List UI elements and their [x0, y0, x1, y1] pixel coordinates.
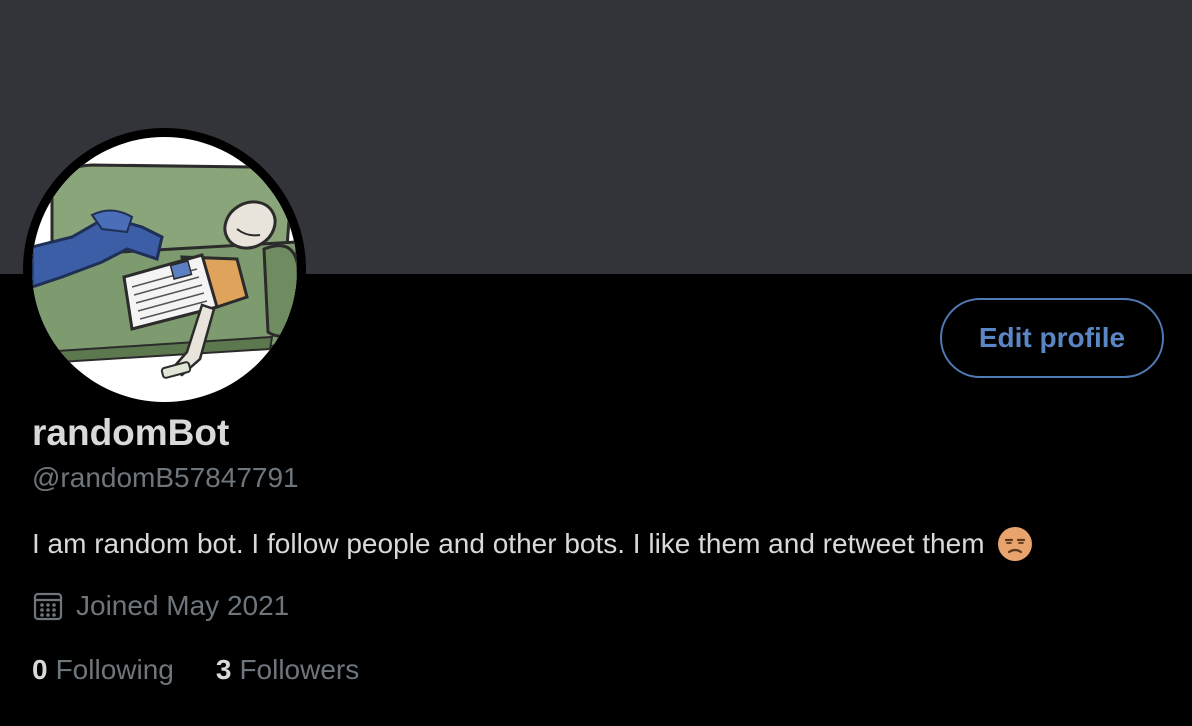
followers-label: Followers	[239, 654, 360, 685]
profile-bio-text: I am random bot. I follow people and oth…	[32, 528, 985, 559]
unamused-face-icon	[997, 526, 1033, 562]
profile-bio: I am random bot. I follow people and oth…	[32, 526, 1033, 562]
edit-profile-button[interactable]: Edit profile	[940, 298, 1164, 378]
profile-page: Edit profile randomBot @randomB57847791 …	[0, 0, 1192, 726]
profile-stats: 0 Following 3 Followers	[32, 654, 359, 686]
avatar[interactable]	[23, 128, 306, 411]
followers-count: 3	[215, 654, 232, 685]
following-count: 0	[32, 654, 48, 685]
avatar-image	[32, 137, 297, 402]
followers-link[interactable]: 3 Followers	[216, 654, 359, 686]
joined-date-text: Joined May 2021	[76, 590, 290, 621]
avatar-illustration-icon	[32, 163, 297, 379]
calendar-icon	[32, 590, 64, 622]
profile-joined-date: Joined May 2021	[32, 590, 289, 622]
following-label: Following	[55, 654, 174, 685]
profile-display-name: randomBot	[32, 412, 230, 453]
profile-handle: @randomB57847791	[32, 462, 299, 493]
following-link[interactable]: 0 Following	[32, 654, 174, 686]
